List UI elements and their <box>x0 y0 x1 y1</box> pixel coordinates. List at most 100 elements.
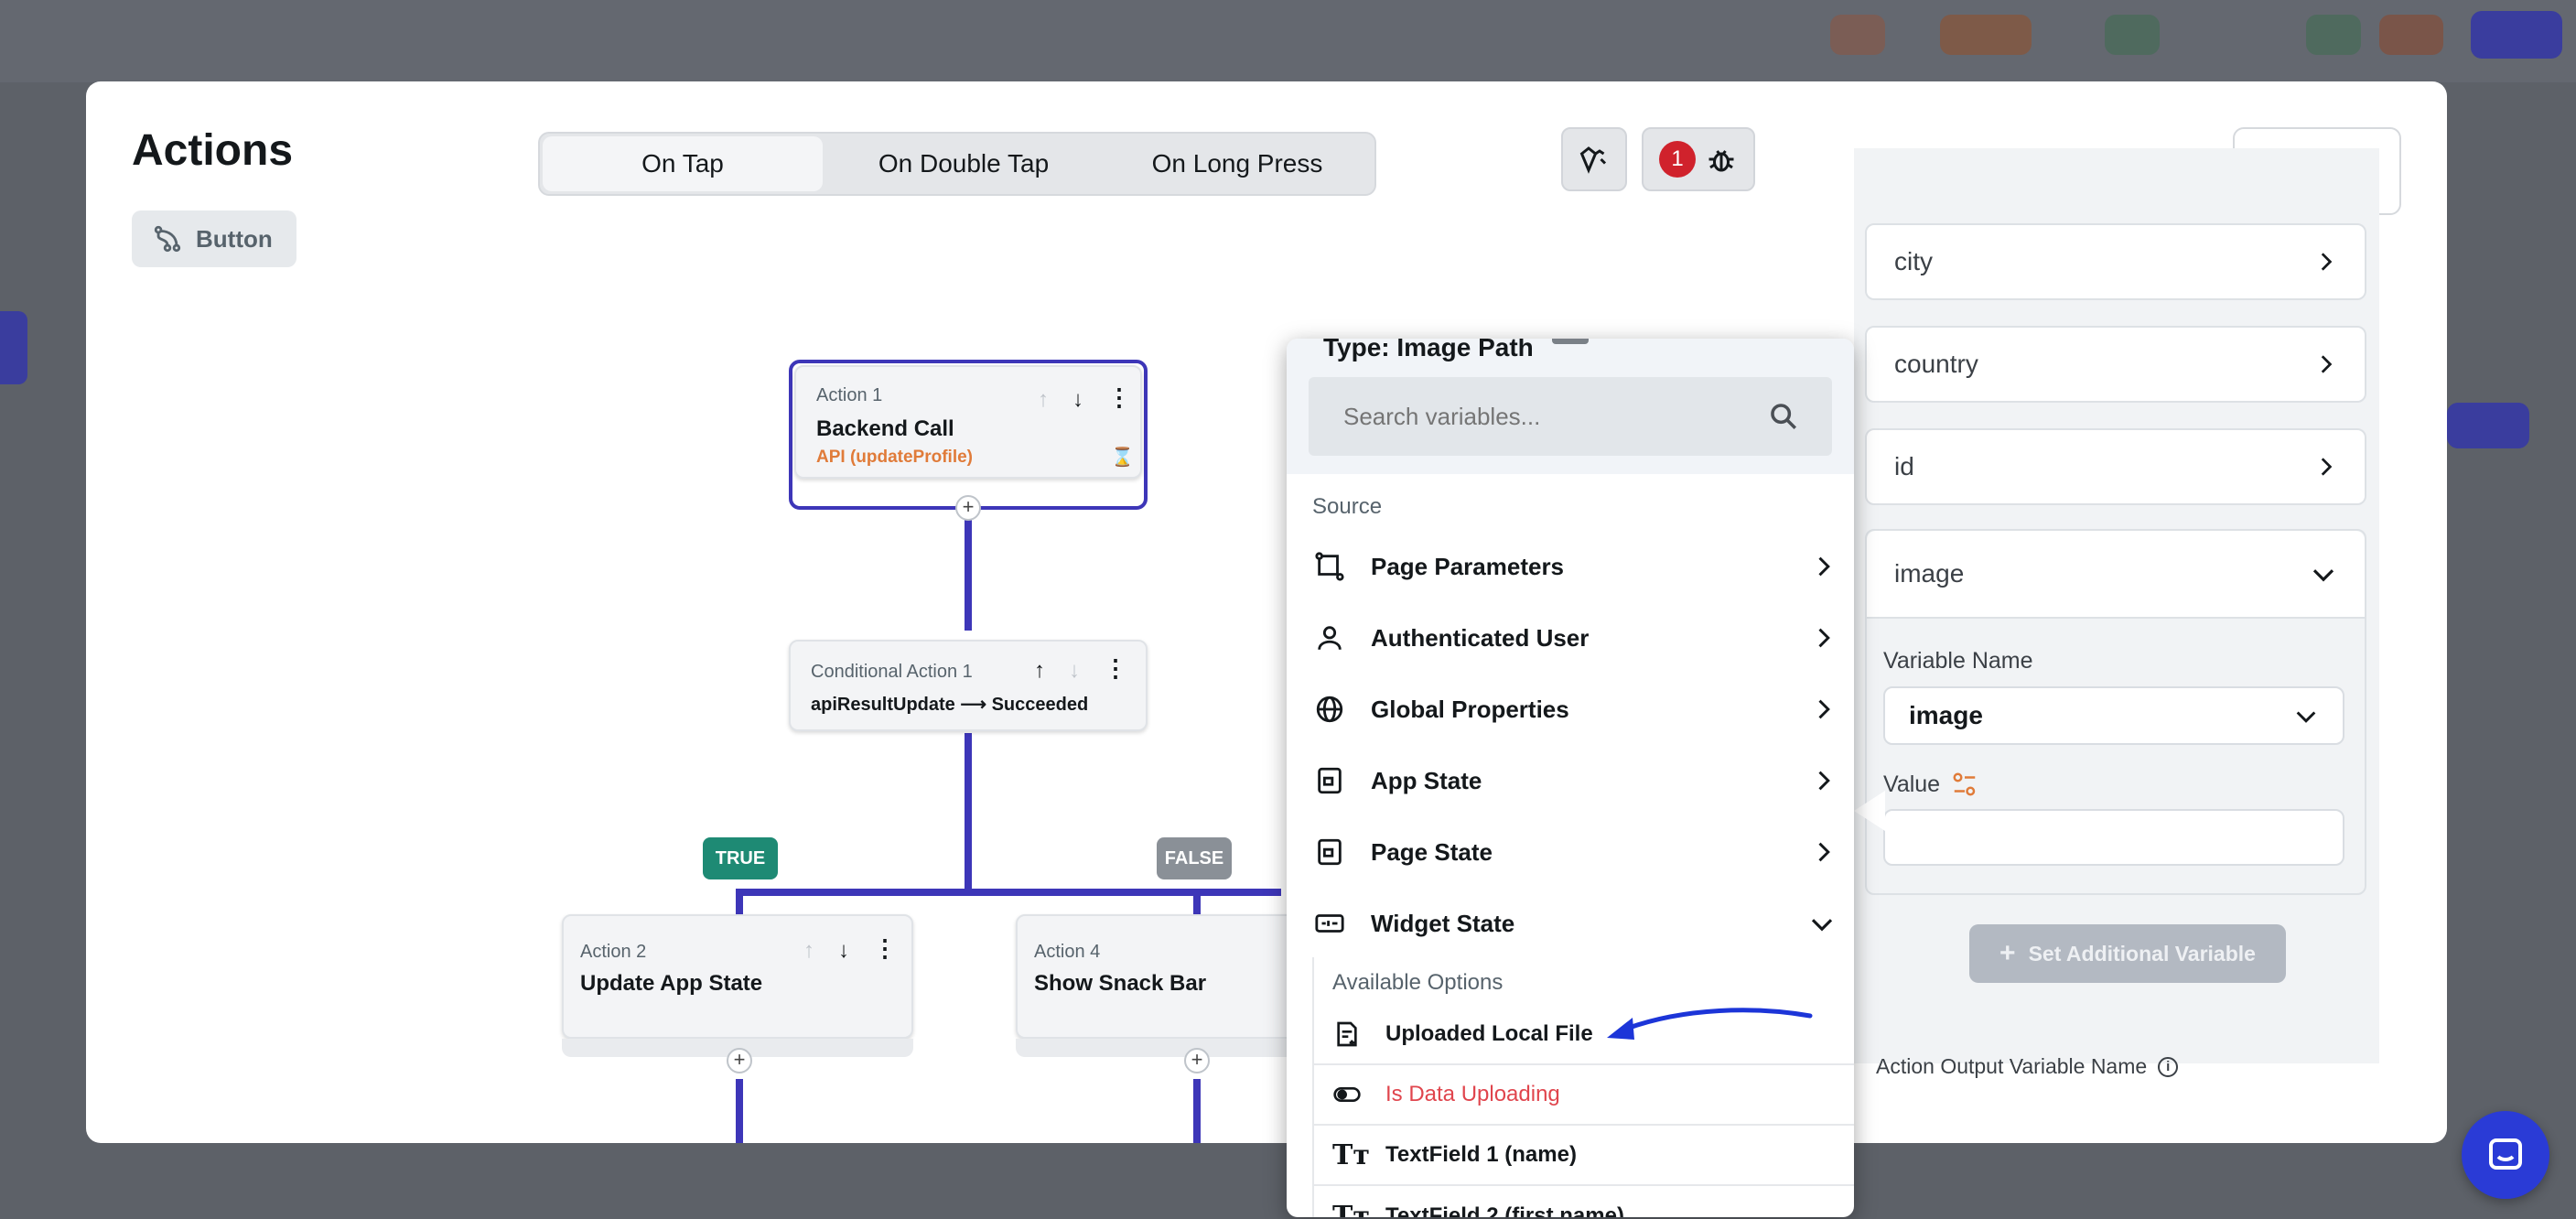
background-toolbar-item <box>1940 15 2032 55</box>
field-row-city[interactable]: city <box>1865 223 2366 300</box>
false-branch-label: FALSE <box>1157 837 1232 879</box>
source-label: App State <box>1371 766 1482 794</box>
source-label: Widget State <box>1371 909 1515 937</box>
globe-icon <box>1316 696 1343 723</box>
chevron-down-icon <box>2296 711 2316 723</box>
field-row-id[interactable]: id <box>1865 428 2366 505</box>
move-down-icon[interactable]: ↓ <box>1069 658 1080 684</box>
value-input[interactable] <box>1883 809 2344 866</box>
conditional-action-card[interactable]: Conditional Action 1 apiResultUpdate ⟶ S… <box>789 640 1148 731</box>
plus-icon: + <box>1999 938 2016 968</box>
source-page-parameters[interactable]: Page Parameters <box>1314 531 1836 602</box>
source-authenticated-user[interactable]: Authenticated User <box>1314 602 1836 674</box>
field-name: city <box>1894 247 1933 275</box>
debug-errors-button[interactable]: 1 <box>1642 127 1755 191</box>
background-toolbar-item <box>2379 15 2443 55</box>
add-action-button[interactable]: + <box>955 495 981 521</box>
option-textfield-2[interactable]: Tт TextField 2 (first name) <box>1312 1186 1854 1218</box>
field-name: country <box>1894 350 1978 378</box>
field-row-country[interactable]: country <box>1865 326 2366 403</box>
flow-connector <box>965 733 972 894</box>
page-state-icon <box>1318 838 1342 866</box>
action-index: Action 1 <box>816 385 883 405</box>
source-widget-state[interactable]: Widget State <box>1314 888 1836 959</box>
info-icon[interactable]: i <box>2158 1056 2179 1077</box>
variable-name-label: Variable Name <box>1883 648 2033 674</box>
ai-assist-button[interactable] <box>1561 127 1627 191</box>
available-options-heading: Available Options <box>1332 970 1504 995</box>
output-variable-row: Action Output Variable Name i <box>1876 1054 2179 1079</box>
chat-launcher-button[interactable] <box>2462 1111 2549 1199</box>
action-index: Action 2 <box>580 942 647 962</box>
variable-picker: Type: Image Path Source Page Parameters … <box>1287 339 1854 1217</box>
move-down-icon[interactable]: ↓ <box>838 938 849 964</box>
widget-chip[interactable]: Button <box>132 210 296 267</box>
conditional-expression: apiResultUpdate ⟶ Succeeded <box>811 695 1089 715</box>
tab-on-tap[interactable]: On Tap <box>543 136 823 191</box>
source-label: Page State <box>1371 837 1493 866</box>
action-card-update-app-state[interactable]: Action 2 Update App State ↑ ↓ ⋮ <box>562 914 913 1039</box>
value-label: Value <box>1883 771 1941 797</box>
set-additional-variable-button[interactable]: + Set Additional Variable <box>1969 924 2286 983</box>
move-up-icon[interactable]: ↑ <box>803 938 814 964</box>
add-action-button[interactable]: + <box>727 1048 752 1073</box>
modal-title: Actions <box>132 126 294 175</box>
set-additional-variable-label: Set Additional Variable <box>2028 941 2256 965</box>
background-toolbar-item <box>1830 15 1885 55</box>
trigger-tabs: On Tap On Double Tap On Long Press <box>538 132 1376 196</box>
chevron-down-icon <box>2312 569 2334 582</box>
more-vertical-icon[interactable]: ⋮ <box>1104 654 1127 683</box>
background-toolbar-item <box>2306 15 2361 55</box>
chevron-right-icon <box>1818 628 1830 648</box>
true-branch-label: TRUE <box>703 837 778 879</box>
tab-on-double-tap[interactable]: On Double Tap <box>824 134 1104 194</box>
text-type-icon: Tт <box>1332 1138 1370 1171</box>
variable-name-dropdown[interactable]: image <box>1883 686 2344 745</box>
flow-connector <box>1193 1079 1201 1143</box>
option-label: TextField 1 (name) <box>1385 1142 1577 1167</box>
page-parameters-icon <box>1315 552 1344 581</box>
move-up-icon[interactable]: ↑ <box>1038 387 1049 413</box>
option-is-data-uploading[interactable]: Is Data Uploading <box>1312 1065 1854 1126</box>
action-card-backend-call[interactable]: Action 1 Backend Call API (updateProfile… <box>794 365 1142 479</box>
file-upload-icon <box>1337 1021 1357 1047</box>
app-state-icon <box>1318 767 1342 794</box>
variable-settings-icon[interactable] <box>1951 771 1978 798</box>
option-label: Uploaded Local File <box>1385 1021 1593 1046</box>
add-action-button[interactable]: + <box>1184 1048 1210 1073</box>
tab-on-long-press[interactable]: On Long Press <box>1100 134 1374 194</box>
background-toolbar-item <box>2105 15 2160 55</box>
source-page-state[interactable]: Page State <box>1314 816 1836 888</box>
more-vertical-icon[interactable]: ⋮ <box>1107 383 1131 412</box>
source-app-state[interactable]: App State <box>1314 745 1836 816</box>
hourglass-icon: ⌛ <box>1111 448 1134 468</box>
search-icon[interactable] <box>1768 401 1799 432</box>
drag-handle[interactable] <box>1552 339 1589 344</box>
source-global-properties[interactable]: Global Properties <box>1314 674 1836 745</box>
source-label: Global Properties <box>1371 695 1569 723</box>
move-down-icon[interactable]: ↓ <box>1072 387 1083 413</box>
branch-icon <box>154 225 181 253</box>
variable-search[interactable] <box>1309 377 1832 456</box>
variable-search-input[interactable] <box>1343 402 1728 431</box>
widget-chip-label: Button <box>196 224 273 253</box>
chevron-right-icon <box>1818 556 1830 577</box>
move-up-icon[interactable]: ↑ <box>1034 658 1045 684</box>
action-detail: API (updateProfile) <box>816 448 974 467</box>
picker-type-label: Type: Image Path <box>1323 339 1534 361</box>
background-panel-button <box>2447 403 2529 448</box>
field-row-image[interactable]: image <box>1867 531 2365 619</box>
popover-pointer <box>1854 791 1885 831</box>
annotation-arrow-icon <box>1607 1008 1813 1040</box>
flow-connector <box>965 512 972 631</box>
action-title: Show Snack Bar <box>1034 971 1207 996</box>
more-vertical-icon[interactable]: ⋮ <box>873 934 897 963</box>
option-textfield-1[interactable]: Tт TextField 1 (name) <box>1312 1126 1854 1186</box>
action-index: Action 4 <box>1034 942 1101 962</box>
action-title: Update App State <box>580 971 763 996</box>
source-label: Page Parameters <box>1371 552 1565 580</box>
action-title: Backend Call <box>816 416 954 441</box>
chat-icon <box>2489 1138 2522 1170</box>
bug-icon <box>1708 150 1734 172</box>
background-app-header <box>0 0 2576 82</box>
